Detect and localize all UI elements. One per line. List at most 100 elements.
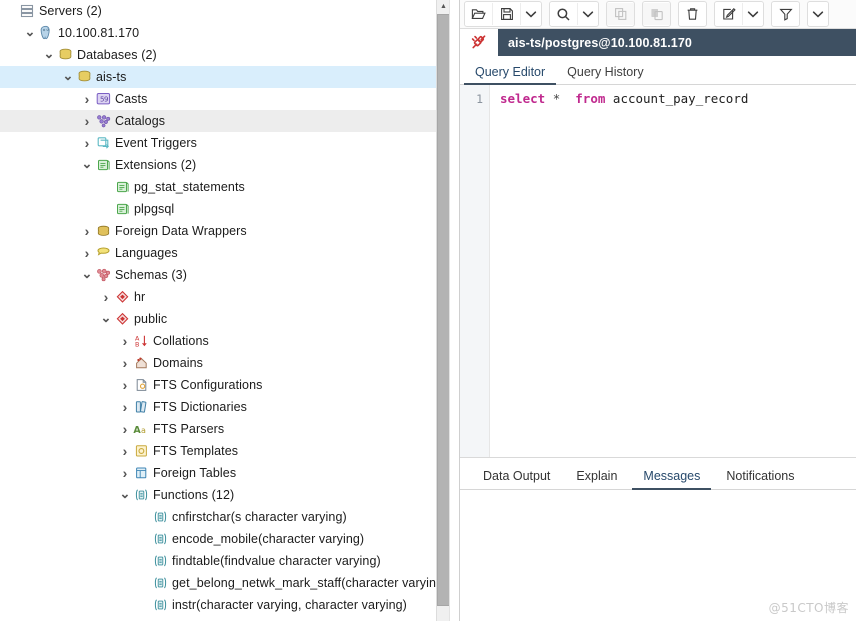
connection-title[interactable]: ais-ts/postgres@10.100.81.170 bbox=[498, 29, 702, 56]
disconnected-plug-icon bbox=[460, 29, 498, 56]
chevron-down-icon[interactable]: ⌄ bbox=[99, 311, 113, 324]
chevron-down-icon[interactable]: ⌄ bbox=[118, 487, 132, 500]
chevron-down-icon bbox=[812, 10, 824, 19]
tree-item[interactable]: › A B Collations bbox=[0, 330, 459, 352]
tree-item[interactable]: ⌄ 10.100.81.170 bbox=[0, 22, 459, 44]
find-button[interactable] bbox=[550, 3, 578, 25]
chevron-right-icon[interactable]: › bbox=[118, 400, 132, 414]
edit-dropdown-button[interactable] bbox=[743, 3, 763, 25]
tree-item[interactable]: › hr bbox=[0, 286, 459, 308]
tree-item[interactable]: pg_stat_statements bbox=[0, 176, 459, 198]
tree-item[interactable]: › FTS Configurations bbox=[0, 374, 459, 396]
result-tab[interactable]: Messages bbox=[630, 465, 713, 490]
toolbar-group bbox=[642, 1, 671, 27]
tree-item-label: FTS Configurations bbox=[153, 378, 263, 392]
open-file-button[interactable] bbox=[465, 3, 493, 25]
tree-item[interactable]: ⌄ public bbox=[0, 308, 459, 330]
tree-item-label: plpgsql bbox=[134, 202, 175, 216]
tree-item[interactable]: › 5 9 Casts bbox=[0, 88, 459, 110]
tree-item-label: cnfirstchar(s character varying) bbox=[172, 510, 347, 524]
tree-item[interactable]: plpgsql bbox=[0, 198, 459, 220]
filter-icon bbox=[778, 7, 793, 21]
tree-item-label: Collations bbox=[153, 334, 209, 348]
chevron-right-icon[interactable]: › bbox=[80, 114, 94, 128]
tree-item[interactable]: ⌄ Databases (2) bbox=[0, 44, 459, 66]
chevron-down-icon bbox=[525, 10, 537, 19]
fts-templates-icon bbox=[132, 443, 150, 459]
tree-item[interactable]: ⌄ Schemas (3) bbox=[0, 264, 459, 286]
chevron-right-icon[interactable]: › bbox=[118, 466, 132, 480]
edit-pencil-icon bbox=[722, 7, 736, 21]
tree-item[interactable]: › Foreign Tables bbox=[0, 462, 459, 484]
tree-item[interactable]: › Catalogs bbox=[0, 110, 459, 132]
save-dropdown-button[interactable] bbox=[521, 3, 541, 25]
sql-editor[interactable]: 1 select * from account_pay_record bbox=[460, 85, 856, 458]
object-browser-panel: Servers (2) ⌄ 10.100.81.170 ⌄ Databases (2) ⌄… bbox=[0, 0, 459, 621]
save-icon bbox=[500, 7, 514, 21]
tree-item[interactable]: ⌄ ais-ts bbox=[0, 66, 459, 88]
object-tree[interactable]: Servers (2) ⌄ 10.100.81.170 ⌄ Databases (2) ⌄… bbox=[0, 0, 459, 616]
delete-button[interactable] bbox=[679, 3, 706, 25]
tree-item[interactable]: encode_mobile(character varying) bbox=[0, 528, 459, 550]
tree-item[interactable]: ⌄ Functions (12) bbox=[0, 484, 459, 506]
editor-tab[interactable]: Query History bbox=[556, 62, 654, 84]
tree-item[interactable]: ⌄ Extensions (2) bbox=[0, 154, 459, 176]
collations-icon: AB bbox=[132, 333, 150, 349]
tree-item[interactable]: › FTS Dictionaries bbox=[0, 396, 459, 418]
tree-vertical-scrollbar[interactable]: ▲ bbox=[436, 0, 450, 621]
tree-item[interactable]: › FTS Templates bbox=[0, 440, 459, 462]
chevron-right-icon[interactable]: › bbox=[80, 246, 94, 260]
editor-gutter: 1 bbox=[460, 85, 490, 457]
fts-parsers-icon: Aa bbox=[132, 421, 150, 437]
result-tab[interactable]: Explain bbox=[563, 465, 630, 489]
tree-item-label: findtable(findvalue character varying) bbox=[172, 554, 381, 568]
database-icon bbox=[75, 69, 93, 85]
chevron-down-icon[interactable]: ⌄ bbox=[80, 157, 94, 170]
chevron-right-icon[interactable]: › bbox=[118, 356, 132, 370]
tree-item[interactable]: instr(character varying, character varyi… bbox=[0, 594, 459, 616]
tree-item-label: FTS Templates bbox=[153, 444, 239, 458]
tree-item[interactable]: Servers (2) bbox=[0, 0, 459, 22]
chevron-down-icon[interactable]: ⌄ bbox=[80, 267, 94, 280]
tree-item[interactable]: › Languages bbox=[0, 242, 459, 264]
tree-item[interactable]: › Foreign Data Wrappers bbox=[0, 220, 459, 242]
line-number: 1 bbox=[476, 92, 483, 106]
extensions-icon bbox=[94, 157, 112, 173]
chevron-down-icon[interactable]: ⌄ bbox=[61, 69, 75, 82]
tree-item-label: Event Triggers bbox=[115, 136, 197, 150]
tree-item[interactable]: › Event Triggers bbox=[0, 132, 459, 154]
filter-button[interactable] bbox=[772, 3, 799, 25]
chevron-right-icon[interactable]: › bbox=[118, 378, 132, 392]
chevron-right-icon[interactable]: › bbox=[118, 422, 132, 436]
sql-code-area[interactable]: select * from account_pay_record bbox=[490, 85, 856, 457]
result-tab[interactable]: Notifications bbox=[713, 465, 807, 489]
chevron-down-icon[interactable]: ⌄ bbox=[23, 25, 37, 38]
chevron-right-icon[interactable]: › bbox=[80, 224, 94, 238]
chevron-right-icon[interactable]: › bbox=[80, 92, 94, 106]
chevron-right-icon[interactable]: › bbox=[80, 136, 94, 150]
save-file-button[interactable] bbox=[493, 3, 521, 25]
tree-item[interactable]: cnfirstchar(s character varying) bbox=[0, 506, 459, 528]
tree-item-label: Databases (2) bbox=[77, 48, 157, 62]
tree-item[interactable]: › Domains bbox=[0, 352, 459, 374]
chevron-right-icon[interactable]: › bbox=[118, 444, 132, 458]
chevron-down-icon[interactable]: ⌄ bbox=[42, 47, 56, 60]
chevron-right-icon[interactable]: › bbox=[118, 334, 132, 348]
function-icon bbox=[151, 575, 169, 591]
toolbar-group bbox=[464, 1, 542, 27]
tree-item[interactable]: › Aa FTS Parsers bbox=[0, 418, 459, 440]
tree-item[interactable]: findtable(findvalue character varying) bbox=[0, 550, 459, 572]
paste-icon bbox=[650, 7, 664, 21]
chevron-right-icon[interactable]: › bbox=[99, 290, 113, 304]
filter-dropdown-button[interactable] bbox=[808, 3, 828, 25]
toolbar-group bbox=[807, 1, 829, 27]
edit-button[interactable] bbox=[715, 3, 743, 25]
function-icon bbox=[151, 531, 169, 547]
result-tab[interactable]: Data Output bbox=[470, 465, 563, 489]
editor-tab[interactable]: Query Editor bbox=[464, 62, 557, 85]
find-dropdown-button[interactable] bbox=[578, 3, 598, 25]
tree-item[interactable]: get_belong_netwk_mark_staff(character va… bbox=[0, 572, 459, 594]
event-triggers-icon bbox=[94, 135, 112, 151]
